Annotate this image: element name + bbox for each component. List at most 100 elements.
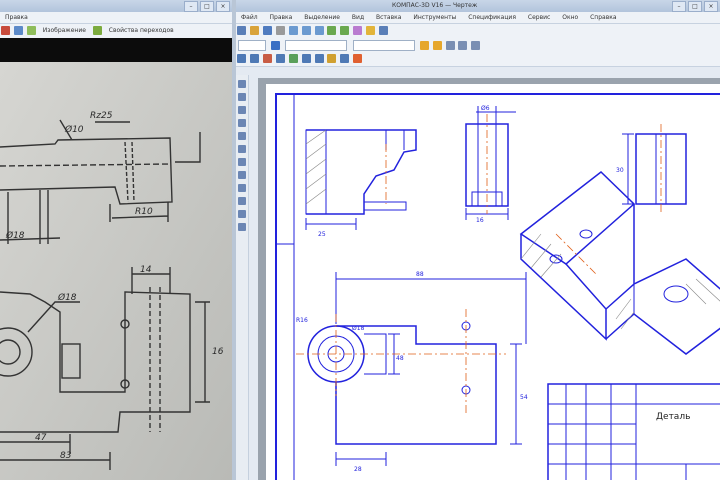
pan-icon[interactable] [445, 41, 455, 50]
front-dim-top [335, 272, 527, 344]
designations-icon[interactable] [262, 54, 272, 63]
new-icon[interactable] [237, 26, 246, 35]
image-button[interactable]: Изображение [39, 24, 90, 37]
undo-icon[interactable] [327, 26, 337, 35]
paste-icon[interactable] [314, 26, 324, 35]
layer-combo[interactable] [238, 40, 266, 51]
cad-maximize-icon[interactable]: □ [688, 1, 702, 12]
zoom-out-icon[interactable] [432, 41, 442, 50]
transition-icon[interactable] [92, 26, 102, 35]
text-tool-icon[interactable] [238, 145, 246, 153]
trim-tool-icon[interactable] [238, 210, 246, 218]
cad-toolbar-3 [236, 52, 720, 67]
sketch-photo-svg: Rz25 Ø10 Ø18 R10 Ø18 14 47 83 16 [0, 62, 232, 480]
library-icon[interactable] [353, 26, 363, 35]
front-outline [335, 325, 497, 445]
view1-edges [385, 130, 405, 150]
view1-step [364, 201, 407, 211]
dim-text-2: 25 [318, 231, 326, 238]
line-tool-icon[interactable] [238, 80, 246, 88]
sketch-dim-text-3: Ø18 [5, 230, 25, 241]
help-icon[interactable] [379, 26, 389, 35]
iso-top-face [519, 171, 636, 265]
mirror-tool-icon[interactable] [238, 223, 246, 231]
refresh-icon[interactable] [458, 41, 468, 50]
hatch-view1 [305, 129, 327, 205]
measure-icon[interactable] [301, 54, 311, 63]
arc-tool-icon[interactable] [238, 106, 246, 114]
iso-right-part [605, 258, 720, 355]
dim-text-6: 28 [354, 466, 362, 473]
title-block [547, 383, 720, 480]
select-icon[interactable] [314, 54, 324, 63]
sketch-dim-text-8: 83 [60, 451, 72, 461]
circle-tool-icon[interactable] [238, 93, 246, 101]
fillet-tool-icon[interactable] [238, 184, 246, 192]
rotate-icon[interactable] [471, 41, 481, 50]
sketch-dim-text-9: 16 [212, 347, 224, 357]
menu-spec[interactable]: Спецификация [463, 12, 521, 23]
sketch-dim-text-6: 14 [140, 265, 152, 275]
zoom-in-icon[interactable] [419, 41, 429, 50]
dim-text-10: 48 [396, 355, 404, 362]
cad-window: КОМПАС-3D V16 — Чертеж – □ × Файл Правка… [236, 0, 720, 480]
sketch-photo: Rz25 Ø10 Ø18 R10 Ø18 14 47 83 16 [0, 62, 232, 480]
chamfer-tool-icon[interactable] [238, 197, 246, 205]
edit-icon[interactable] [275, 54, 285, 63]
geometry-icon[interactable] [237, 54, 246, 63]
left-menu-edit[interactable]: Правка [0, 12, 33, 23]
dim-tool-icon[interactable] [238, 158, 246, 166]
drawing-area[interactable]: Ø6 25 16 88 54 28 R16 Ø18 30 48 Деталь [258, 78, 720, 480]
iso-front-face [520, 234, 607, 341]
axis-tool-icon[interactable] [238, 171, 246, 179]
drawing-sheet[interactable]: Ø6 25 16 88 54 28 R16 Ø18 30 48 Деталь [266, 84, 720, 480]
sketch-dim-text-1: Rz25 [90, 111, 113, 121]
close-icon[interactable]: × [216, 1, 230, 12]
dimensions-icon[interactable] [249, 54, 259, 63]
style-combo[interactable] [284, 40, 347, 51]
parametrize-icon[interactable] [288, 54, 298, 63]
cad-close-icon[interactable]: × [704, 1, 718, 12]
reports-icon[interactable] [340, 54, 350, 63]
menu-service[interactable]: Сервис [523, 12, 555, 23]
redo-icon[interactable] [340, 26, 350, 35]
menu-help[interactable]: Справка [585, 12, 621, 23]
left-toolbar: Изображение Свойства переходов [0, 24, 232, 39]
left-window: – □ × Правка Изображение Свойства перехо… [0, 0, 232, 480]
scale-combo[interactable] [352, 40, 415, 51]
variables-icon[interactable] [366, 26, 376, 35]
menu-file[interactable]: Файл [236, 12, 263, 23]
open-icon[interactable] [1, 26, 10, 35]
minimize-icon[interactable]: – [184, 1, 198, 12]
insert-icon[interactable] [353, 54, 363, 63]
image-icon[interactable] [26, 26, 36, 35]
iso-hole-2 [549, 254, 563, 264]
menu-insert[interactable]: Вставка [371, 12, 406, 23]
copy-icon[interactable] [301, 26, 311, 35]
menu-view[interactable]: Вид [347, 12, 369, 23]
sketch-dim-text-7: 47 [35, 433, 47, 443]
snap-icon[interactable] [270, 41, 280, 50]
rect-tool-icon[interactable] [238, 119, 246, 127]
save-icon[interactable] [262, 26, 272, 35]
maximize-icon[interactable]: □ [200, 1, 214, 12]
cad-minimize-icon[interactable]: – [672, 1, 686, 12]
menu-edit[interactable]: Правка [265, 12, 298, 23]
title-block-grid [548, 384, 720, 480]
menu-select[interactable]: Выделение [299, 12, 345, 23]
menu-tools[interactable]: Инструменты [408, 12, 461, 23]
drawing-svg[interactable]: Ø6 25 16 88 54 28 R16 Ø18 30 48 Деталь [266, 84, 720, 480]
menu-window[interactable]: Окно [557, 12, 583, 23]
print-icon[interactable] [275, 26, 285, 35]
hatch-tool-icon[interactable] [238, 132, 246, 140]
transition-props-button[interactable]: Свойства переходов [105, 24, 178, 37]
cut-icon[interactable] [288, 26, 298, 35]
hatch-iso-3 [685, 278, 720, 305]
spec-icon[interactable] [327, 54, 337, 63]
cad-menu-bar: Файл Правка Выделение Вид Вставка Инстру… [236, 12, 720, 24]
sketch-dim-text-5: Ø18 [57, 292, 77, 303]
sketch-dim-text-4: R10 [135, 207, 153, 217]
view-icon[interactable] [13, 26, 23, 35]
open-file-icon[interactable] [249, 26, 259, 35]
cad-toolbar-2 [236, 38, 720, 53]
